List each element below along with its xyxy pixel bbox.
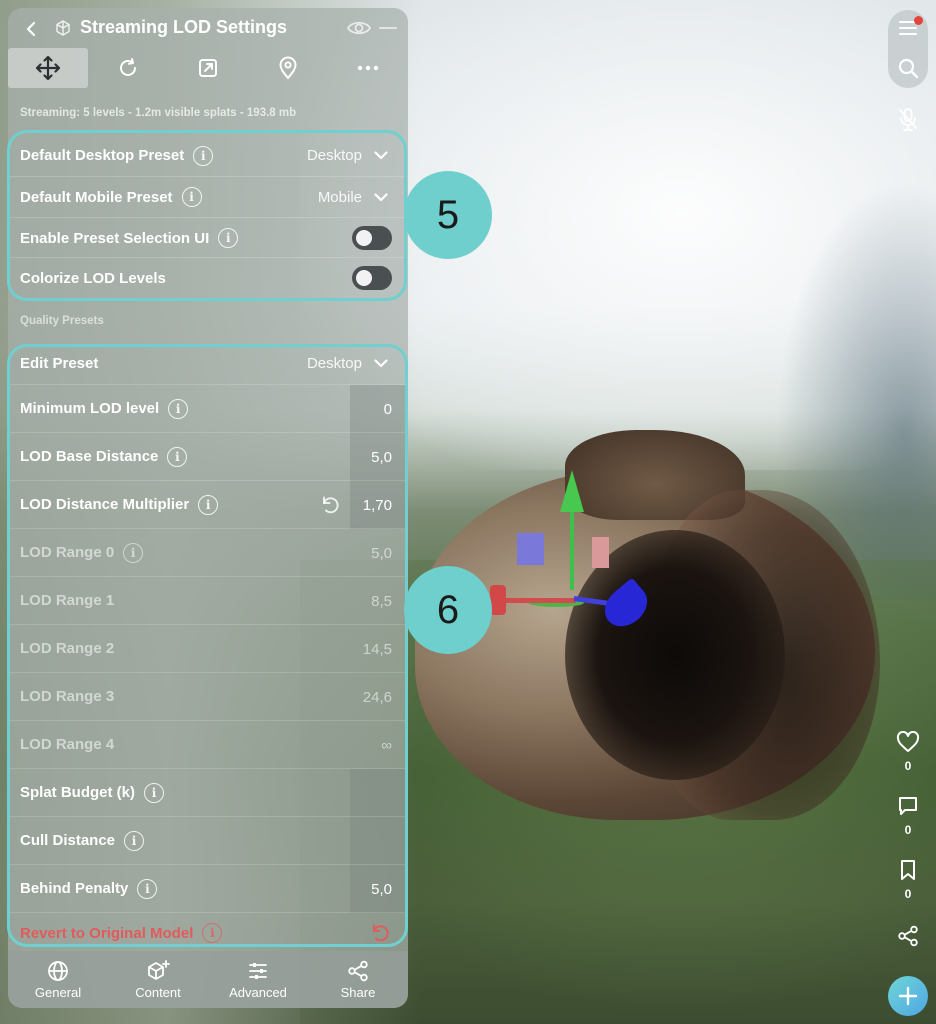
comment-count: 0	[904, 823, 912, 837]
gizmo-x-axis[interactable]	[498, 598, 576, 603]
tab-general[interactable]: General	[8, 951, 108, 1008]
share-icon	[898, 925, 918, 947]
search-button[interactable]	[888, 50, 928, 86]
gizmo-plane-handle-red[interactable]	[592, 537, 609, 568]
tab-advanced[interactable]: Advanced	[208, 951, 308, 1008]
comment-button[interactable]	[888, 788, 928, 824]
bookmark-button[interactable]	[888, 852, 928, 888]
heart-icon	[896, 731, 920, 752]
transform-gizmo[interactable]	[488, 470, 658, 635]
tab-content[interactable]: Content	[108, 951, 208, 1008]
tool-more[interactable]	[328, 48, 408, 88]
panel-header: Streaming LOD Settings	[8, 8, 408, 50]
bookmark-icon	[901, 860, 915, 880]
cube-plus-icon	[148, 959, 170, 980]
gizmo-x-arrow[interactable]	[490, 585, 506, 615]
cube-icon	[56, 20, 70, 36]
location-pin-icon	[279, 56, 297, 80]
like-count: 0	[904, 759, 912, 773]
tool-location[interactable]	[248, 48, 328, 88]
like-button[interactable]	[888, 724, 928, 760]
plus-icon	[898, 986, 918, 1006]
search-icon	[898, 58, 919, 79]
quality-presets-heading: Quality Presets	[20, 315, 104, 327]
more-icon	[357, 65, 379, 71]
tab-share[interactable]: Share	[308, 951, 408, 1008]
streaming-status: Streaming: 5 levels - 1.2m visible splat…	[20, 107, 297, 119]
minus-icon	[379, 27, 397, 29]
move-icon	[35, 55, 61, 81]
eye-icon	[346, 21, 372, 35]
panel-title: Streaming LOD Settings	[80, 17, 288, 37]
sliders-icon	[249, 962, 267, 979]
gizmo-y-arrow[interactable]	[560, 470, 584, 512]
menu-button[interactable]	[888, 10, 928, 46]
globe-icon	[48, 960, 68, 981]
share-icon	[348, 960, 368, 981]
share-rail-button[interactable]	[888, 918, 928, 954]
gizmo-z-arrow[interactable]	[596, 577, 656, 635]
tool-scale[interactable]	[168, 48, 248, 88]
add-button[interactable]	[888, 976, 928, 1016]
gizmo-y-axis[interactable]	[570, 500, 574, 590]
tool-move[interactable]	[8, 48, 88, 88]
minimize-button[interactable]	[378, 17, 398, 39]
rotate-icon	[120, 58, 136, 76]
transform-toolbar	[8, 48, 408, 88]
mic-off-icon	[899, 108, 917, 131]
chevron-left-icon	[26, 21, 36, 37]
annotation-badge-6: 6	[404, 566, 492, 654]
mute-mic-button[interactable]	[888, 102, 928, 138]
notification-dot	[914, 16, 923, 25]
bottom-tab-bar: General Content Advanced Share	[8, 951, 408, 1008]
highlight-box-presets	[7, 130, 407, 301]
tool-rotate[interactable]	[88, 48, 168, 88]
tab-share-label: Share	[340, 984, 376, 1000]
tab-content-label: Content	[135, 984, 181, 1000]
tab-general-label: General	[34, 984, 82, 1000]
external-link-icon	[199, 59, 217, 77]
back-button[interactable]	[18, 16, 44, 42]
gizmo-plane-handle-blue[interactable]	[517, 533, 544, 565]
tab-advanced-label: Advanced	[229, 984, 287, 1000]
visibility-button[interactable]	[346, 17, 372, 39]
annotation-badge-5: 5	[404, 171, 492, 259]
highlight-box-quality	[7, 344, 408, 947]
bookmark-count: 0	[904, 887, 912, 901]
comment-icon	[899, 797, 917, 815]
